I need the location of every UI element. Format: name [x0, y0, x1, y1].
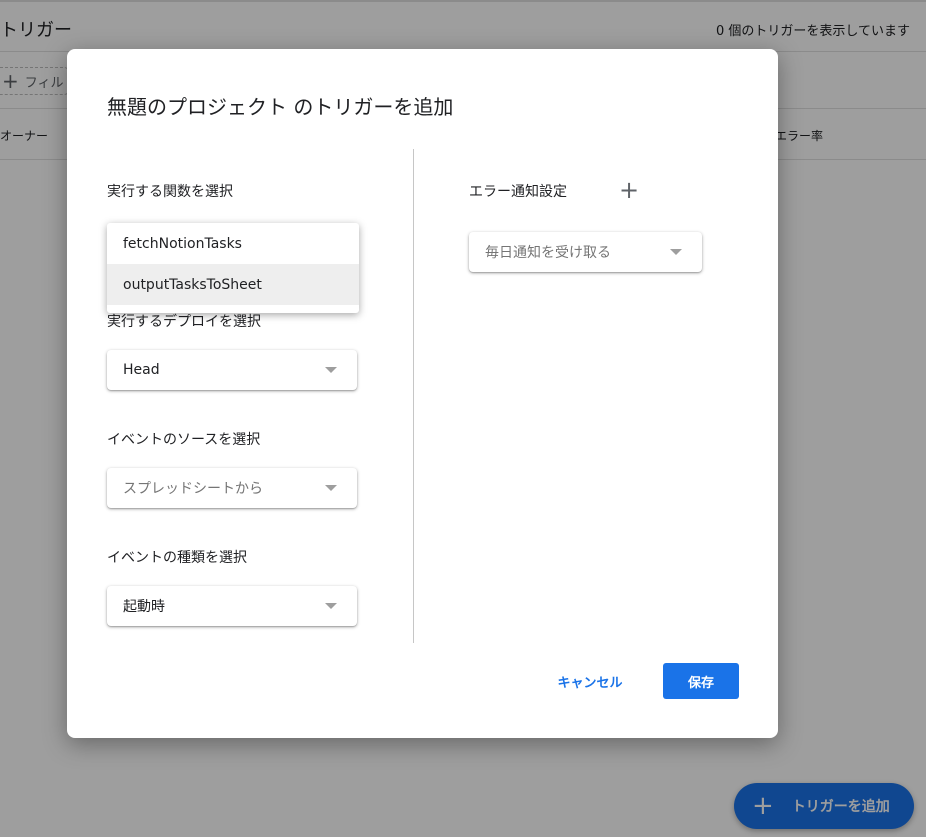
add-trigger-dialog: 無題のプロジェクト のトリガーを追加 実行する関数を選択 実行するデプロイを選択… [67, 49, 778, 738]
event-source-value: スプレッドシートから [123, 481, 263, 497]
cancel-button[interactable]: キャンセル [545, 663, 635, 699]
dialog-title: 無題のプロジェクト のトリガーを追加 [107, 95, 454, 119]
error-notify-label: エラー通知設定 [469, 184, 567, 200]
caret-down-icon [325, 367, 337, 373]
event-type-label: イベントの種類を選択 [107, 550, 247, 566]
function-option[interactable]: fetchNotionTasks [107, 223, 359, 264]
column-divider [413, 149, 414, 643]
caret-down-icon [325, 485, 337, 491]
error-notify-select[interactable]: 毎日通知を受け取る [469, 232, 702, 272]
save-button[interactable]: 保存 [663, 663, 739, 699]
function-option[interactable]: outputTasksToSheet [107, 264, 359, 305]
event-type-value: 起動時 [123, 599, 165, 615]
caret-down-icon [670, 249, 682, 255]
caret-down-icon [325, 603, 337, 609]
function-label: 実行する関数を選択 [107, 184, 233, 200]
event-type-select[interactable]: 起動時 [107, 586, 357, 626]
event-source-label: イベントのソースを選択 [107, 432, 261, 448]
function-dropdown-menu: fetchNotionTasks outputTasksToSheet [107, 223, 359, 313]
deployment-label: 実行するデプロイを選択 [107, 314, 261, 330]
deployment-select[interactable]: Head [107, 350, 357, 390]
error-notify-value: 毎日通知を受け取る [485, 245, 611, 261]
event-source-select[interactable]: スプレッドシートから [107, 468, 357, 508]
deployment-value: Head [123, 362, 160, 378]
plus-icon[interactable]: + [619, 178, 639, 202]
